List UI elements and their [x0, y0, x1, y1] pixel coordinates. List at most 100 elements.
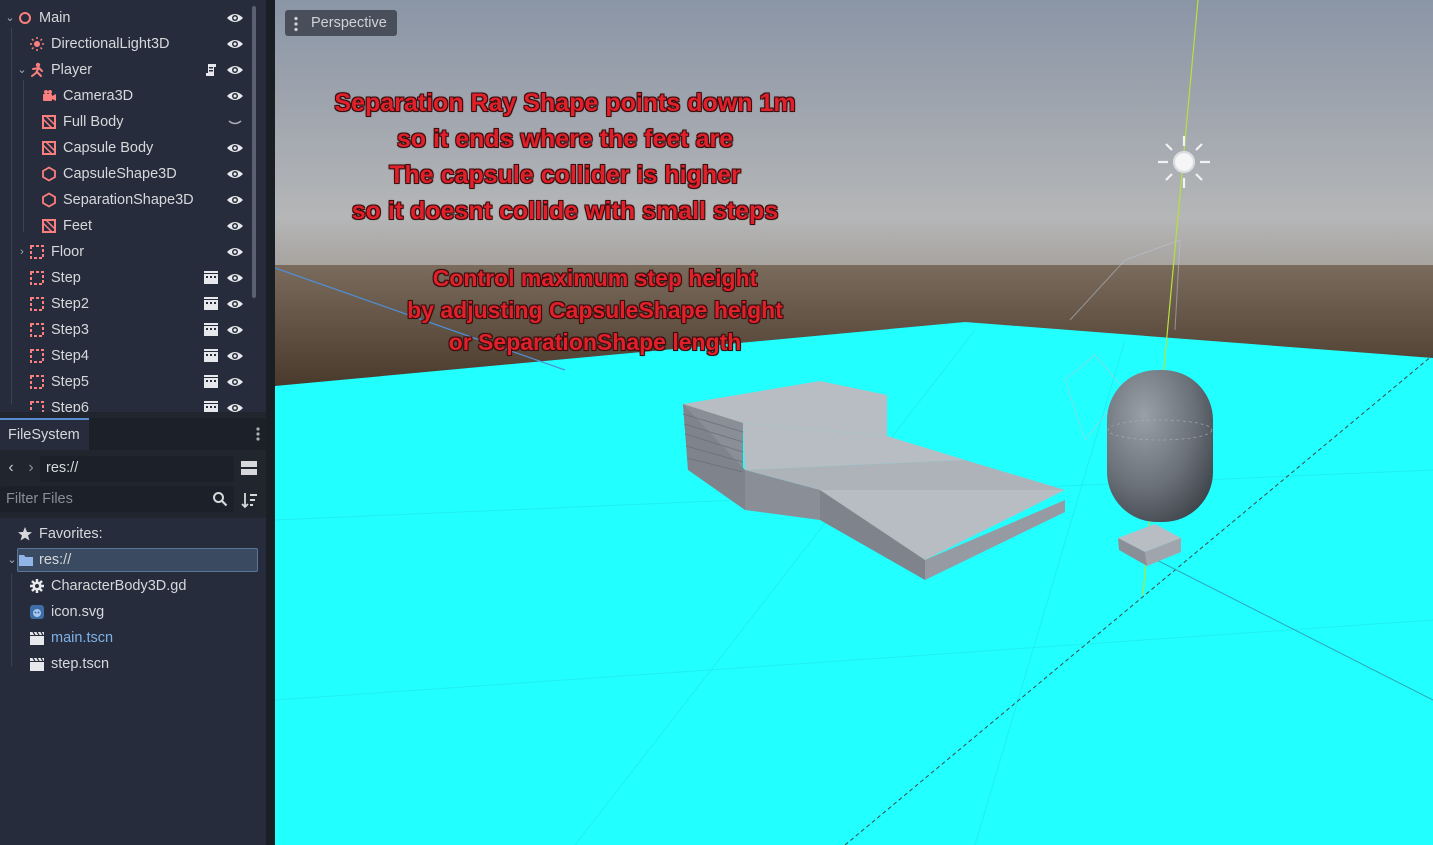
perspective-label: Perspective	[311, 15, 387, 31]
tree-node-label: Capsule Body	[63, 140, 154, 156]
eye-closed-icon[interactable]	[226, 114, 244, 130]
folder-res-root[interactable]: ⌄ res://	[0, 547, 262, 573]
star-icon	[17, 526, 33, 542]
eye-icon[interactable]	[226, 166, 244, 182]
scene-clapper-icon	[29, 630, 45, 646]
tree-node-step6[interactable]: Step6	[0, 395, 250, 412]
static-body-icon	[29, 400, 45, 412]
chevron-right-icon[interactable]: ›	[16, 244, 28, 260]
character-body-icon	[29, 62, 45, 78]
tree-node-label: Player	[51, 62, 93, 78]
tab-filesystem-label: FileSystem	[8, 427, 80, 443]
tree-node-label: SeparationShape3D	[63, 192, 194, 208]
path-field[interactable]: res://	[40, 456, 234, 482]
tree-node-step[interactable]: Step	[0, 265, 250, 291]
static-body-icon	[29, 296, 45, 312]
tree-node-capsule-body[interactable]: Capsule Body	[0, 135, 250, 161]
tree-node-label: Feet	[63, 218, 93, 234]
scene-clapper-icon	[29, 656, 45, 672]
tree-node-step3[interactable]: Step3	[0, 317, 250, 343]
note-line: Separation Ray Shape points down 1m	[334, 89, 796, 117]
eye-icon[interactable]	[226, 140, 244, 156]
tree-node-directionallight3d[interactable]: DirectionalLight3D	[0, 31, 250, 57]
collision-shape-icon	[41, 192, 57, 208]
left-dock: ⌄ Main DirectionalLight3D ⌄ Player Camer…	[0, 0, 266, 845]
eye-icon[interactable]	[226, 88, 244, 104]
chevron-down-icon[interactable]: ⌄	[16, 62, 28, 78]
3d-viewport[interactable]: Perspective Separation Ray Shape points …	[275, 0, 1433, 845]
collision-shape-icon	[41, 166, 57, 182]
eye-icon[interactable]	[226, 374, 244, 390]
more-options-icon[interactable]	[250, 426, 266, 442]
split-layout-icon[interactable]	[240, 458, 258, 478]
sort-icon[interactable]	[240, 490, 258, 510]
filesystem-tabbar: FileSystem	[0, 418, 266, 450]
tree-node-floor[interactable]: › Floor	[0, 239, 250, 265]
eye-icon[interactable]	[226, 322, 244, 338]
tree-node-player[interactable]: ⌄ Player	[0, 57, 250, 83]
eye-icon[interactable]	[226, 270, 244, 286]
note-line: so it ends where the feet are	[396, 125, 734, 153]
file-label: CharacterBody3D.gd	[51, 578, 187, 594]
instance-scene-icon[interactable]	[203, 270, 219, 286]
directional-light-icon	[29, 36, 45, 52]
tree-node-capsuleshape3d[interactable]: CapsuleShape3D	[0, 161, 250, 187]
tree-node-feet[interactable]: Feet	[0, 213, 250, 239]
eye-icon[interactable]	[226, 296, 244, 312]
tree-node-label: Step2	[51, 296, 89, 312]
chevron-down-icon[interactable]: ⌄	[4, 10, 16, 26]
file-label: step.tscn	[51, 656, 110, 672]
file-row[interactable]: CharacterBody3D.gd	[0, 573, 262, 599]
instance-scene-icon[interactable]	[203, 374, 219, 390]
script-icon[interactable]	[203, 62, 219, 78]
script-gear-icon	[29, 578, 45, 594]
instance-scene-icon[interactable]	[203, 296, 219, 312]
folder-icon	[18, 552, 34, 568]
tree-node-label: Step5	[51, 374, 89, 390]
eye-icon[interactable]	[226, 400, 244, 412]
static-body-icon	[29, 270, 45, 286]
instance-scene-icon[interactable]	[203, 400, 219, 412]
scene-tree-scrollbar[interactable]	[252, 6, 256, 298]
tree-node-full-body[interactable]: Full Body	[0, 109, 250, 135]
back-arrow-icon[interactable]: ‹	[4, 459, 18, 477]
tree-node-separationshape3d[interactable]: SeparationShape3D	[0, 187, 250, 213]
perspective-menu-button[interactable]: Perspective	[285, 10, 397, 36]
instance-scene-icon[interactable]	[203, 348, 219, 364]
tree-node-label: Floor	[51, 244, 85, 260]
mesh-instance-icon	[41, 140, 57, 156]
tree-node-label: Camera3D	[63, 88, 134, 104]
tree-node-step2[interactable]: Step2	[0, 291, 250, 317]
tree-node-step5[interactable]: Step5	[0, 369, 250, 395]
filter-files-input[interactable]	[0, 486, 234, 512]
tree-node-step4[interactable]: Step4	[0, 343, 250, 369]
tree-node-camera3d[interactable]: Camera3D	[0, 83, 250, 109]
file-row[interactable]: main.tscn	[0, 625, 262, 651]
eye-icon[interactable]	[226, 218, 244, 234]
eye-icon[interactable]	[226, 348, 244, 364]
eye-icon[interactable]	[226, 244, 244, 260]
eye-icon[interactable]	[226, 192, 244, 208]
forward-arrow-icon[interactable]: ›	[24, 459, 38, 477]
tab-filesystem[interactable]: FileSystem	[0, 418, 89, 450]
eye-icon[interactable]	[226, 36, 244, 52]
chevron-down-icon[interactable]: ⌄	[6, 552, 18, 568]
eye-icon[interactable]	[226, 10, 244, 26]
favorites-row[interactable]: Favorites:	[0, 521, 262, 547]
annotation-note-collider: Separation Ray Shape points down 1m so i…	[325, 85, 805, 229]
path-value: res://	[46, 460, 79, 476]
note-line: Control maximum step height	[432, 265, 758, 291]
file-row[interactable]: icon.svg	[0, 599, 262, 625]
tree-node-label: Main	[39, 10, 71, 26]
eye-icon[interactable]	[226, 62, 244, 78]
tree-node-main[interactable]: ⌄ Main	[0, 5, 250, 31]
file-row[interactable]: step.tscn	[0, 651, 262, 677]
dock-splitter[interactable]	[266, 0, 275, 845]
static-body-icon	[29, 374, 45, 390]
tree-node-label: Step3	[51, 322, 89, 338]
folder-label: res://	[39, 552, 72, 568]
instance-scene-icon[interactable]	[203, 322, 219, 338]
static-body-icon	[29, 348, 45, 364]
tree-node-label: CapsuleShape3D	[63, 166, 177, 182]
path-row: ‹ › res://	[0, 454, 266, 482]
